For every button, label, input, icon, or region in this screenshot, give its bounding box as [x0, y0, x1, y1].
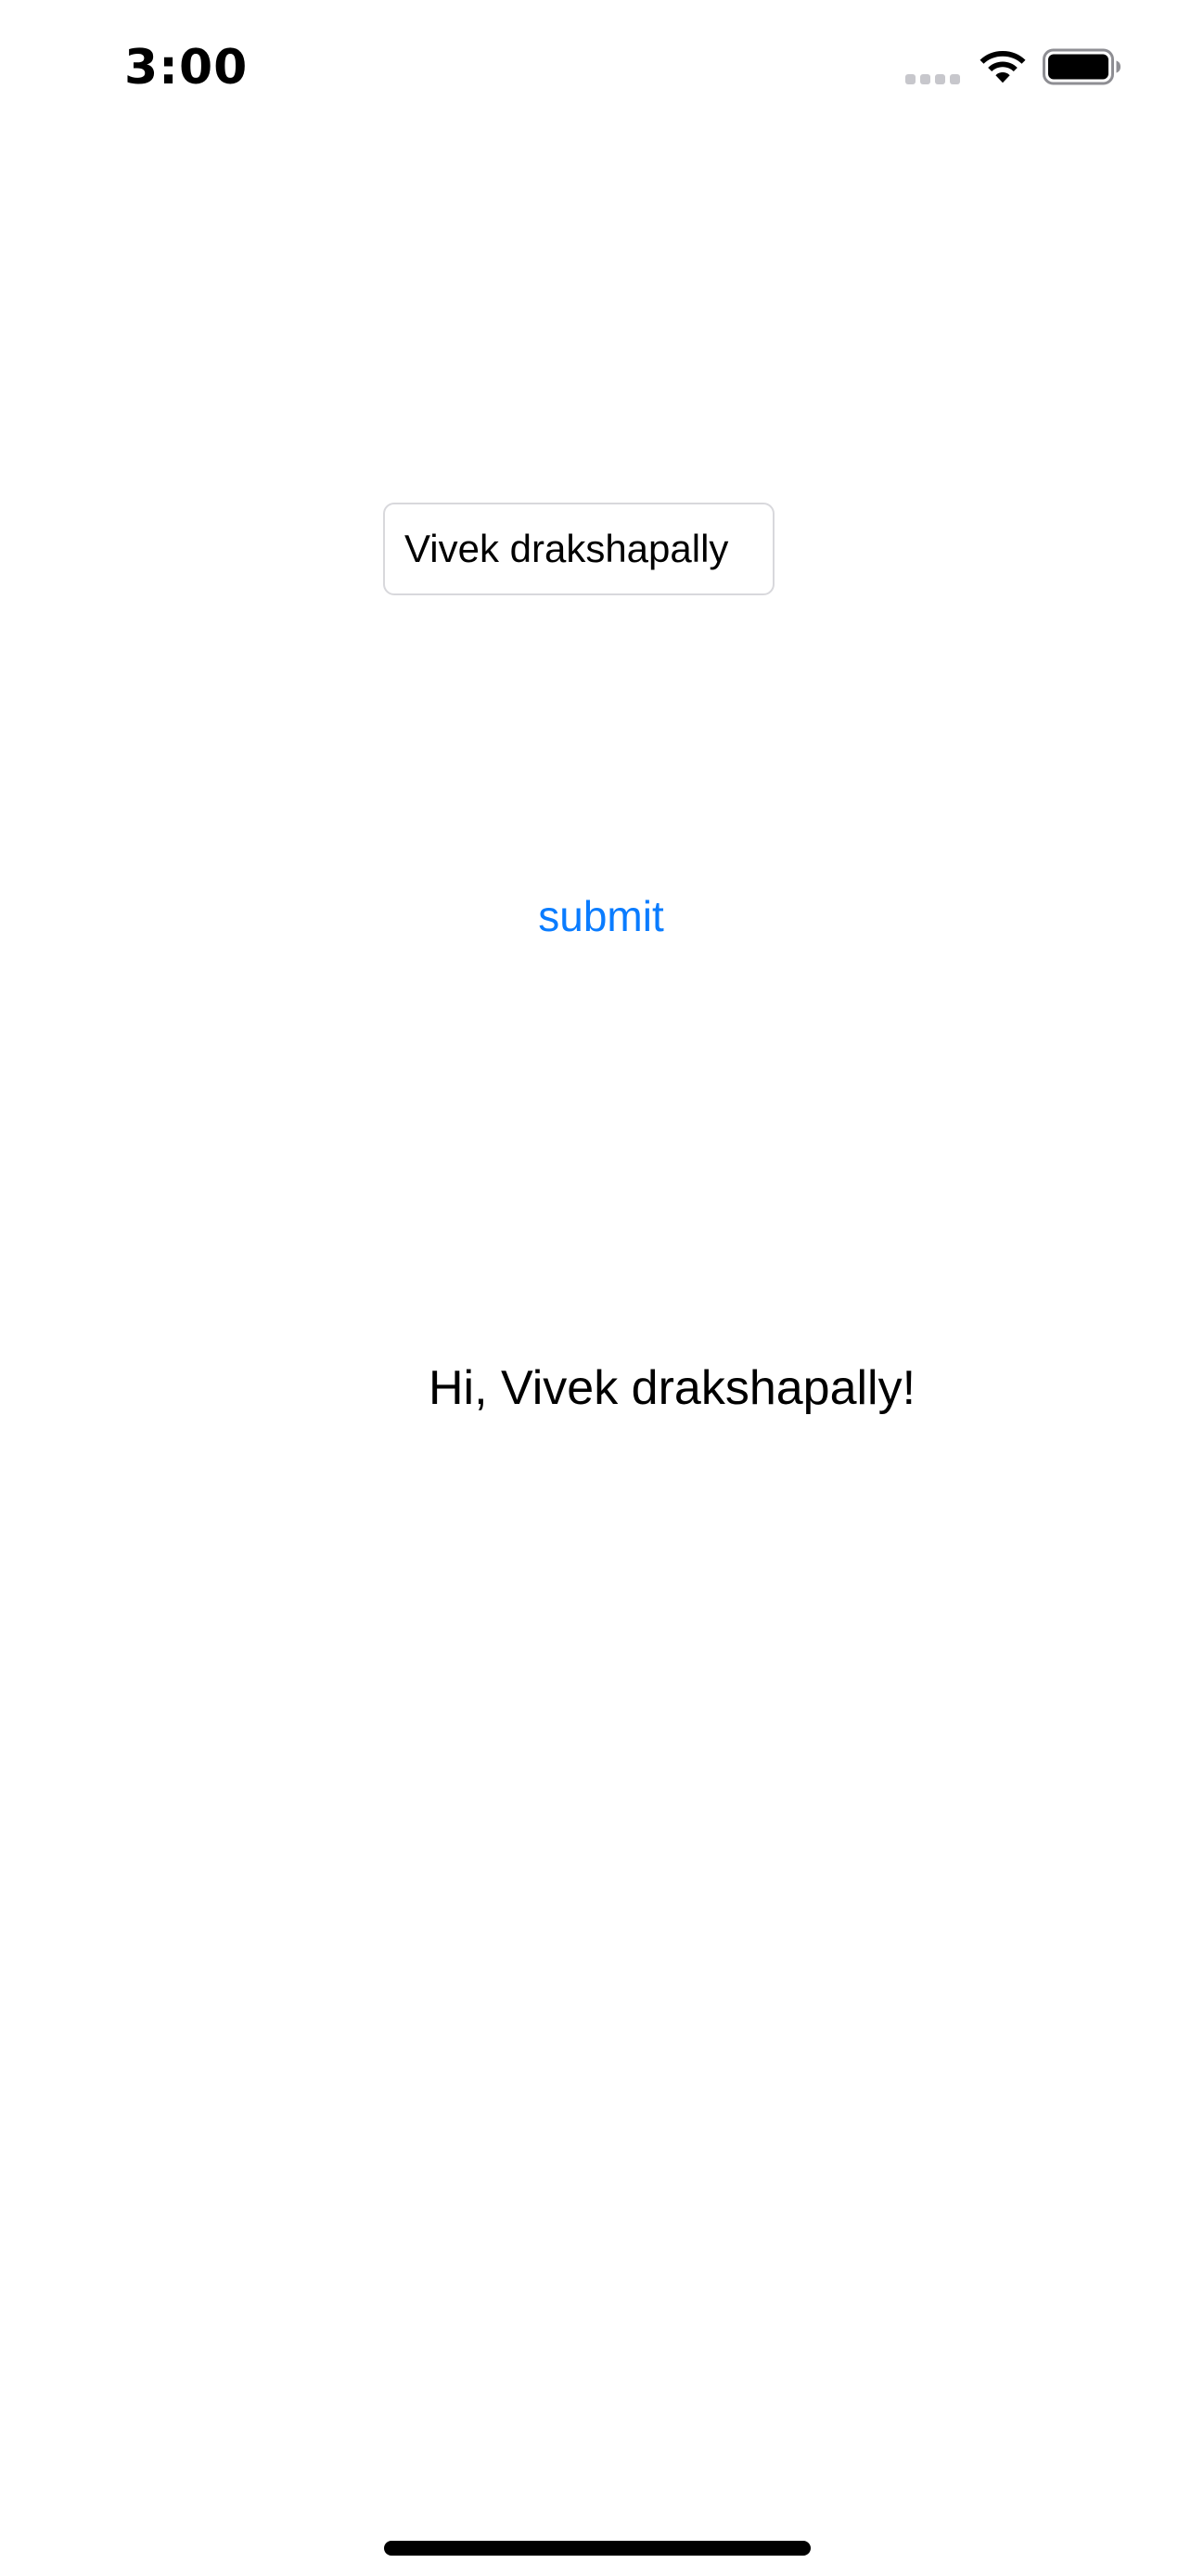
submit-button[interactable]: submit — [501, 879, 701, 953]
name-input[interactable] — [383, 503, 775, 595]
status-time: 3:00 — [124, 40, 249, 96]
wifi-icon — [980, 51, 1026, 83]
battery-icon — [1043, 48, 1121, 85]
signal-dots-icon — [905, 74, 961, 84]
home-indicator — [384, 2541, 811, 2556]
status-bar: 3:00 — [0, 0, 1191, 139]
greeting-label: Hi, Vivek drakshapally! — [429, 1361, 916, 1415]
